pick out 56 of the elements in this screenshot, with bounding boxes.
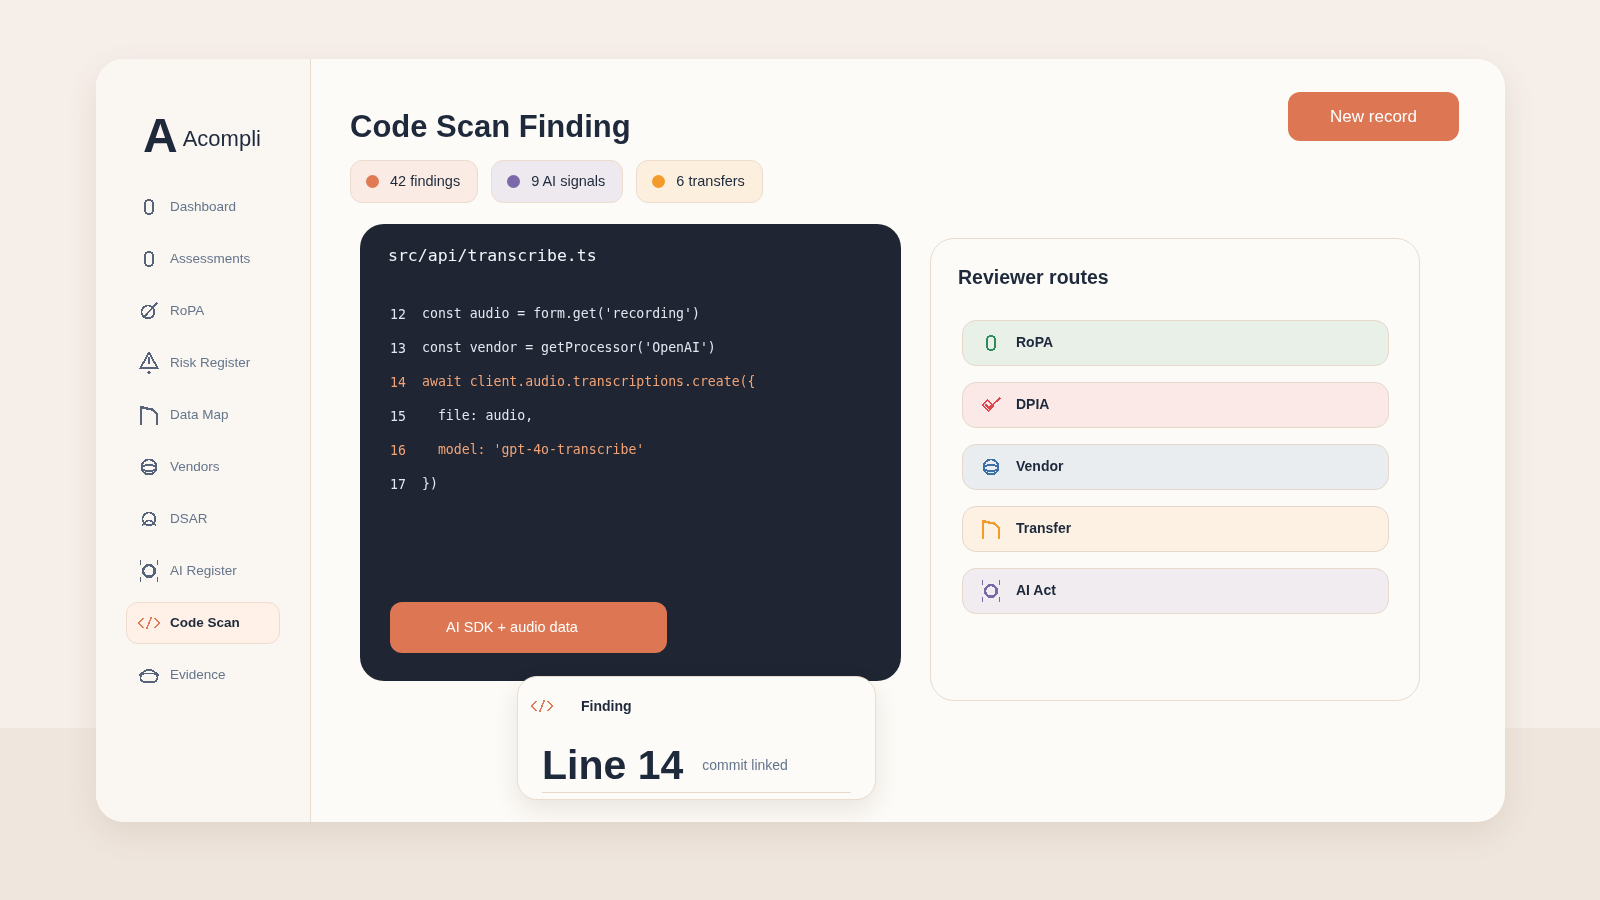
sidebar-item[interactable]: Code Scan <box>126 602 280 644</box>
logo-mark: A <box>143 112 178 160</box>
capsule-icon <box>144 199 154 215</box>
line-number: 15 <box>390 409 406 424</box>
code-line: const vendor = getProcessor('OpenAI') <box>422 339 716 358</box>
route-label: RoPA <box>1016 333 1054 352</box>
globe-icon <box>140 458 158 476</box>
line-number: 17 <box>390 477 406 492</box>
new-record-button[interactable]: New record <box>1288 92 1459 141</box>
route-label: DPIA <box>1016 395 1050 414</box>
route-item[interactable]: DPIA <box>962 381 1389 428</box>
chip-label: 42 findings <box>390 171 461 191</box>
sidebar-item[interactable]: AI Register <box>126 550 280 592</box>
chip-label: 6 transfers <box>676 171 745 191</box>
route-label: Transfer <box>1016 519 1072 538</box>
chip-label: 9 AI signals <box>531 171 606 191</box>
check-circle-icon <box>140 302 158 320</box>
dome-icon <box>140 511 158 527</box>
focus-ring-icon <box>139 559 159 583</box>
route-item[interactable]: AI Act <box>962 567 1389 614</box>
code-line: await client.audio.transcriptions.create({ <box>422 373 756 392</box>
code-line: file: audio, <box>436 407 534 426</box>
code-icon <box>530 700 554 712</box>
path-icon <box>139 405 159 425</box>
warning-icon <box>139 351 159 375</box>
page-title: Code Scan Finding <box>350 111 631 142</box>
line-number: 16 <box>390 443 406 458</box>
finding-note: commit linked <box>702 756 788 775</box>
finding-line: Line 14 <box>542 745 684 786</box>
code-line: const audio = form.get('recording') <box>422 305 700 324</box>
sidebar-item[interactable]: RoPA <box>126 290 280 332</box>
route-label: AI Act <box>1016 581 1056 600</box>
sidebar-item[interactable]: Assessments <box>126 238 280 280</box>
code-line: model: 'gpt-4o-transcribe' <box>436 441 645 460</box>
capsule-icon <box>144 251 154 267</box>
line-number: 12 <box>390 307 406 322</box>
sidebar-item[interactable]: Risk Register <box>126 342 280 384</box>
line-number: 13 <box>390 341 406 356</box>
route-label: Vendor <box>1016 457 1064 476</box>
sidebar-item[interactable]: Data Map <box>126 394 280 436</box>
route-item[interactable]: Vendor <box>962 443 1389 490</box>
file-path: src/api/transcribe.ts <box>388 246 597 266</box>
arch-icon <box>138 667 160 683</box>
sidebar-item[interactable]: Dashboard <box>126 186 280 228</box>
brand-name: Acompli <box>182 128 261 150</box>
route-item[interactable]: RoPA <box>962 319 1389 366</box>
code-line: }) <box>422 475 438 494</box>
route-item[interactable]: Transfer <box>962 505 1389 552</box>
line-number: 14 <box>390 375 406 390</box>
finding-label: Finding <box>581 699 632 713</box>
sidebar-item[interactable]: Evidence <box>126 654 280 696</box>
panel-title: Reviewer routes <box>958 268 1109 288</box>
sidebar-item[interactable]: DSAR <box>126 498 280 540</box>
code-icon <box>137 617 161 629</box>
tag-button[interactable]: AI SDK + audio data <box>390 602 667 653</box>
sidebar-item[interactable]: Vendors <box>126 446 280 488</box>
